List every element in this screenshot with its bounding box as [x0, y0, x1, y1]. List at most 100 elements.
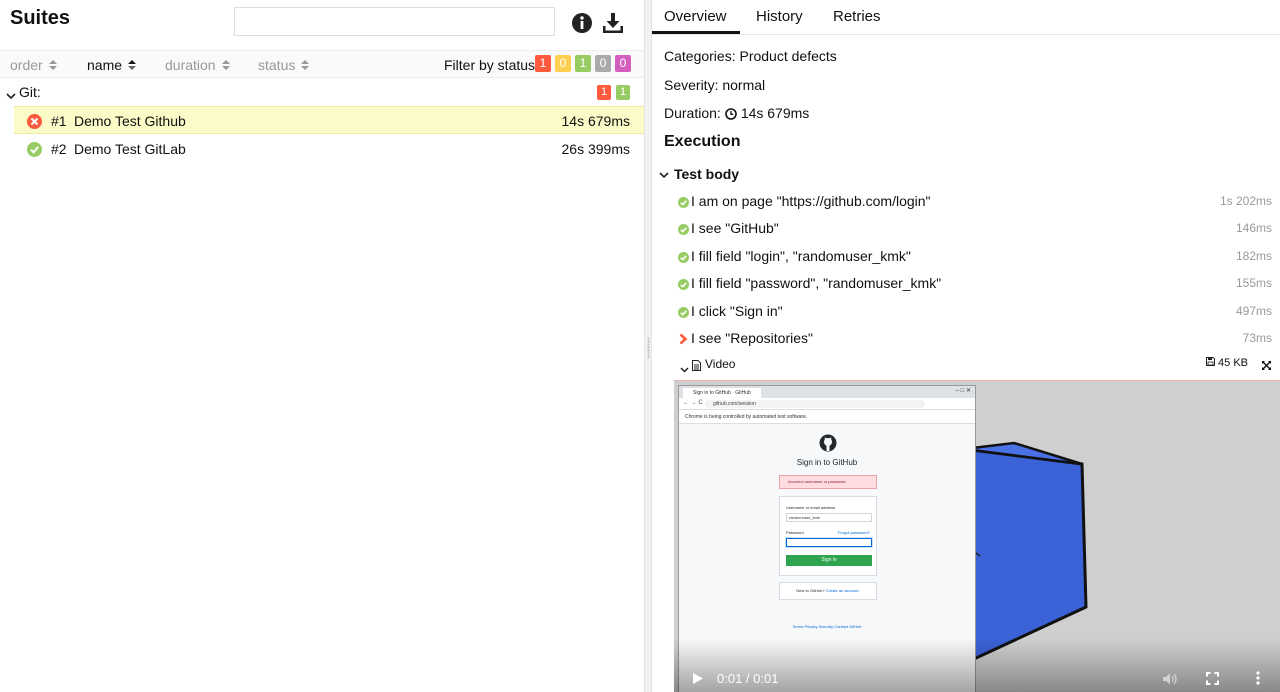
test-row[interactable]: #2 Demo Test GitLab 26s 399ms — [14, 135, 644, 163]
more-options-icon[interactable] — [1256, 671, 1260, 688]
test-name: Demo Test GitLab — [74, 141, 186, 157]
sort-icon — [301, 59, 310, 71]
duration-value: 14s 679ms — [740, 105, 810, 121]
passed-status-icon — [27, 142, 42, 160]
github-signin-button: Sign in — [786, 555, 872, 566]
group-passed-badge: 1 — [616, 85, 630, 100]
github-title: Sign in to GitHub — [796, 458, 858, 467]
step-text: I fill field "login", "randomuser_kmk" — [691, 248, 911, 264]
expand-icon[interactable] — [1261, 358, 1272, 374]
sort-status[interactable]: status — [258, 57, 310, 73]
test-name: Demo Test Github — [74, 113, 186, 129]
clock-icon — [725, 107, 737, 120]
duration-line: Duration: 14s 679ms — [664, 105, 809, 121]
attachment-label: Video — [705, 357, 736, 371]
tab-retries[interactable]: Retries — [833, 8, 881, 25]
tab-overview[interactable]: Overview — [664, 8, 727, 25]
sort-icon — [221, 59, 230, 71]
passed-step-icon — [678, 277, 689, 293]
username-label: Username or email address — [786, 505, 836, 510]
browser-url: github.com/session — [705, 400, 925, 408]
sort-order[interactable]: order — [10, 57, 57, 73]
tab-history[interactable]: History — [756, 8, 803, 25]
step-row[interactable]: I fill field "login", "randomuser_kmk" 1… — [678, 247, 1272, 267]
test-duration: 26s 399ms — [561, 141, 630, 157]
sort-duration[interactable]: duration — [165, 57, 230, 73]
step-row[interactable]: I see "Repositories" 73ms — [678, 329, 1272, 349]
save-icon[interactable] — [1206, 357, 1216, 369]
filter-label: Filter by status: — [444, 57, 539, 73]
detail-tabs: Overview History Retries — [652, 0, 1280, 35]
volume-icon[interactable] — [1162, 672, 1178, 689]
severity-line: Severity: normal — [664, 77, 766, 93]
step-duration: 497ms — [1235, 304, 1272, 318]
step-row[interactable]: I fill field "password", "randomuser_kmk… — [678, 274, 1272, 294]
categories-line: Categories: Product defects — [664, 48, 837, 64]
passed-step-icon — [678, 222, 689, 238]
step-duration: 73ms — [1242, 331, 1272, 345]
test-number: #2 — [51, 141, 67, 157]
browser-window-controls-icon: – □ ✕ — [955, 388, 971, 394]
step-duration: 1s 202ms — [1219, 194, 1272, 208]
filter-broken-badge[interactable]: 0 — [555, 55, 571, 72]
sort-name[interactable]: name — [87, 57, 137, 73]
fullscreen-icon[interactable] — [1206, 672, 1219, 688]
chevron-down-icon — [680, 360, 689, 376]
step-text: I am on page "https://github.com/login" — [691, 193, 931, 209]
sort-name-label: name — [87, 57, 123, 73]
test-details-pane: Overview History Retries Categories: Pro… — [652, 0, 1280, 692]
group-name: Git: — [19, 84, 41, 100]
test-row[interactable]: #1 Demo Test Github 14s 679ms — [14, 106, 644, 134]
test-body-toggle[interactable]: Test body — [659, 166, 739, 182]
step-duration: 155ms — [1235, 276, 1272, 290]
suites-pane: Suites order name duration status Filter… — [0, 0, 644, 692]
chevron-right-icon[interactable] — [678, 332, 689, 348]
execution-title: Execution — [664, 133, 741, 150]
download-icon[interactable] — [602, 12, 624, 34]
step-row[interactable]: I am on page "https://github.com/login" … — [678, 192, 1272, 212]
filter-passed-badge[interactable]: 1 — [575, 55, 591, 72]
forgot-link: Forgot password? — [837, 530, 870, 535]
sort-order-label: order — [10, 57, 43, 73]
step-duration: 182ms — [1235, 249, 1272, 263]
step-text: I fill field "password", "randomuser_kmk… — [691, 275, 942, 291]
test-duration: 14s 679ms — [561, 113, 630, 129]
step-row[interactable]: I see "GitHub" 146ms — [678, 219, 1272, 239]
sort-bar: order name duration status Filter by sta… — [0, 50, 644, 78]
create-link: Create an account. — [825, 588, 860, 593]
file-icon — [692, 358, 701, 374]
github-logo-icon — [819, 434, 837, 455]
create-prefix: New to GitHub? — [796, 588, 825, 593]
password-field — [786, 538, 872, 547]
step-row[interactable]: I click "Sign in" 497ms — [678, 302, 1272, 322]
github-footer: Terms Privacy Security Contact GitHub — [792, 624, 862, 629]
github-form: Username or email address randomuser_kmk… — [779, 496, 877, 576]
attachment-size-value: 45 KB — [1218, 357, 1248, 369]
chevron-down-icon — [6, 87, 16, 103]
group-row-git[interactable]: Git: 1 1 — [0, 79, 644, 105]
filter-failed-badge[interactable]: 1 — [535, 55, 551, 72]
browser-addressbar: ← → C github.com/session — [679, 398, 975, 410]
sort-icon — [128, 59, 137, 71]
test-body-label: Test body — [674, 166, 740, 182]
play-icon[interactable] — [692, 672, 704, 688]
suites-title: Suites — [10, 7, 71, 29]
chevron-down-icon — [659, 166, 669, 182]
splitter-grip-icon[interactable] — [647, 337, 650, 359]
attachment-row[interactable]: Video 45 KB — [678, 356, 1272, 374]
active-tab-indicator — [652, 31, 740, 34]
filter-skipped-badge[interactable]: 0 — [595, 55, 611, 72]
passed-step-icon — [678, 305, 689, 321]
info-icon[interactable] — [571, 12, 593, 34]
browser-titlebar: Sign in to GitHub · GitHub – □ ✕ — [679, 386, 975, 398]
sort-icon — [48, 59, 57, 71]
filter-unknown-badge[interactable]: 0 — [615, 55, 631, 72]
sort-duration-label: duration — [165, 57, 216, 73]
pane-splitter[interactable] — [644, 0, 652, 692]
browser-tab: Sign in to GitHub · GitHub — [683, 388, 761, 398]
search-input[interactable] — [234, 7, 555, 36]
step-text: I click "Sign in" — [691, 303, 783, 319]
video-player[interactable]: Sign in to GitHub · GitHub – □ ✕ ← → C g… — [674, 380, 1280, 692]
username-field: randomuser_kmk — [786, 513, 872, 522]
github-error: Incorrect username or password. — [779, 475, 877, 489]
